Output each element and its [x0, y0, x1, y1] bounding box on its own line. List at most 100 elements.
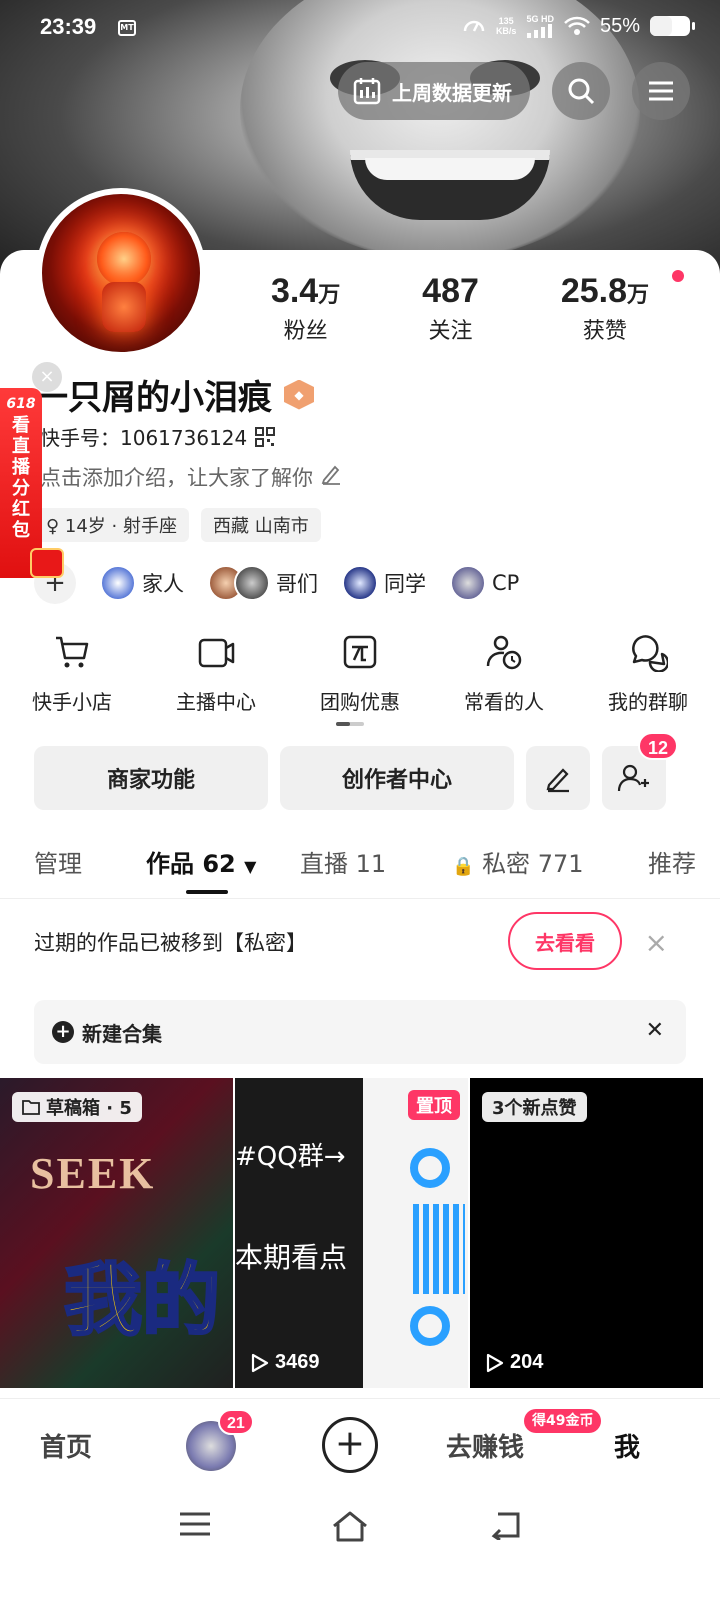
- banner-char-4: 分: [12, 478, 30, 499]
- add-friend-button[interactable]: 12: [602, 732, 678, 810]
- nav-create-button[interactable]: +: [322, 1417, 378, 1473]
- menu-button[interactable]: [632, 62, 690, 120]
- classmate-avatar: [342, 565, 378, 601]
- tab-private[interactable]: 🔒 私密 771: [452, 844, 584, 879]
- likes-count: 25.8: [560, 272, 627, 310]
- stat-following[interactable]: 487 关注: [422, 272, 479, 345]
- notice-text: 过期的作品已被移到【私密】: [34, 931, 307, 955]
- family-avatar: [100, 565, 136, 601]
- works-grid: 草稿箱 · 5 SEEK 我的 置顶 #QQ群→ 本期看点 3469 3个新点赞…: [0, 1078, 720, 1398]
- search-button[interactable]: [552, 62, 610, 120]
- tool-shop[interactable]: 快手小店: [0, 632, 144, 715]
- qr-dot-top: [410, 1148, 450, 1188]
- relations-row: + 家人 哥们 同学 CP: [34, 562, 519, 604]
- avatar[interactable]: [36, 188, 206, 358]
- new-collection-bar[interactable]: + 新建合集 ✕: [34, 1000, 686, 1064]
- edit-pencil-icon: [321, 465, 340, 485]
- following-count: 487: [422, 272, 479, 310]
- status-right: 135 KB/s 5G HD 55%: [462, 14, 695, 38]
- banner-char-1: 看: [12, 415, 30, 436]
- age-tag[interactable]: ♀ 14岁 · 射手座: [34, 508, 189, 542]
- gender-icon: ♀: [46, 516, 65, 537]
- stat-likes[interactable]: 25.8万 获赞: [561, 272, 649, 345]
- relation-cp-label: CP: [492, 571, 520, 595]
- header-actions: 上周数据更新: [338, 62, 690, 120]
- camera-icon: [198, 638, 235, 668]
- notice-close-icon[interactable]: ×: [645, 926, 668, 959]
- avatar-figure-body: [102, 282, 146, 332]
- level-badge-icon[interactable]: ◆: [284, 379, 314, 410]
- avatar-figure-head: [97, 232, 151, 286]
- pinned-tag: 置顶: [408, 1090, 460, 1120]
- tool-group-buy[interactable]: 团购优惠: [288, 632, 432, 715]
- red-packet-icon: [30, 548, 64, 578]
- edit-profile-button[interactable]: [526, 746, 590, 810]
- speed-gauge-icon: [463, 20, 485, 32]
- profile-name[interactable]: 一只屑的小泪痕 ◆: [34, 370, 314, 419]
- status-time: 23:39: [40, 14, 97, 39]
- profile-tabs: 管理 作品 62 ▼ 直播 11 🔒 私密 771 推荐: [0, 838, 720, 898]
- nav-me[interactable]: 我: [614, 1427, 640, 1464]
- profile-intro[interactable]: 点击添加介绍，让大家了解你: [40, 462, 342, 492]
- creator-center-button[interactable]: 创作者中心: [280, 746, 514, 810]
- system-home-icon[interactable]: [330, 1510, 370, 1542]
- grid-item-drafts[interactable]: 草稿箱 · 5 SEEK 我的: [0, 1078, 233, 1388]
- drafts-tag: 草稿箱 · 5: [12, 1092, 142, 1122]
- tab-live[interactable]: 直播 11: [300, 844, 386, 879]
- pinned-overlay-qq: #QQ群→: [235, 1142, 346, 1172]
- tool-anchor-center[interactable]: 主播中心: [144, 632, 288, 715]
- data-update-button[interactable]: 上周数据更新: [338, 62, 530, 120]
- tab-works-label: 作品 62: [146, 850, 236, 878]
- intro-text: 点击添加介绍，让大家了解你: [40, 466, 313, 490]
- system-back-icon[interactable]: [488, 1510, 524, 1540]
- nav-home[interactable]: 首页: [40, 1427, 92, 1464]
- system-navigation-bar: [0, 1490, 720, 1612]
- network-type: 5G HD: [526, 14, 554, 24]
- person-clock-icon: [486, 635, 522, 670]
- status-bar: 23:39 MT 135 KB/s 5G HD 55%: [0, 0, 720, 58]
- relation-classmates-label: 同学: [384, 572, 426, 596]
- go-see-button[interactable]: 去看看: [508, 912, 622, 970]
- group-buy-icon: [343, 635, 377, 669]
- grid-item-pinned[interactable]: 置顶 #QQ群→ 本期看点 3469: [235, 1078, 468, 1388]
- location-tag[interactable]: 西藏 山南市: [200, 508, 321, 542]
- banner-char-2: 直: [12, 436, 30, 457]
- merchant-features-button[interactable]: 商家功能: [34, 746, 268, 810]
- relation-cp[interactable]: CP: [450, 565, 519, 601]
- relation-family[interactable]: 家人: [100, 565, 184, 601]
- grid-item-new-likes[interactable]: 3个新点赞 204: [470, 1078, 703, 1388]
- tool-group-chat[interactable]: 我的群聊: [576, 632, 720, 715]
- tool-frequent-people[interactable]: 常看的人: [432, 632, 576, 715]
- system-menu-icon[interactable]: [178, 1510, 212, 1538]
- stat-followers[interactable]: 3.4万 粉丝: [271, 272, 340, 345]
- mt-icon: MT: [118, 20, 136, 36]
- tool-anchor-center-label: 主播中心: [176, 690, 256, 714]
- play-icon: [486, 1353, 504, 1372]
- signal-group: 5G HD: [526, 14, 554, 38]
- qr-code-icon[interactable]: [255, 426, 276, 447]
- chat-icon: [632, 635, 670, 673]
- qr-pattern: [413, 1204, 465, 1294]
- tab-manage[interactable]: 管理: [34, 844, 82, 879]
- signal-icon: [527, 24, 553, 38]
- edit-icon: [546, 768, 569, 793]
- relation-classmates[interactable]: 同学: [342, 565, 426, 601]
- likes-unit: 万: [627, 283, 650, 308]
- collection-close-icon[interactable]: ✕: [646, 1018, 664, 1043]
- draft-overlay-text: 我的: [62, 1255, 221, 1348]
- play-icon: [251, 1353, 269, 1372]
- tab-works[interactable]: 作品 62 ▼: [146, 844, 256, 879]
- folder-icon: [22, 1100, 40, 1115]
- banner-char-3: 播: [12, 457, 30, 478]
- nav-earn[interactable]: 去赚钱: [446, 1427, 524, 1464]
- tab-recommend[interactable]: 推荐: [648, 844, 696, 879]
- likes-label: 获赞: [582, 319, 627, 344]
- plus-circle-icon: +: [52, 1021, 74, 1043]
- relation-buddies[interactable]: 哥们: [208, 565, 318, 601]
- tabs-divider: [0, 898, 720, 899]
- side-banner-close-button[interactable]: ×: [32, 362, 62, 392]
- kuaishou-id[interactable]: 快手号：1061736124: [40, 422, 276, 451]
- new-likes-tag: 3个新点赞: [482, 1092, 587, 1122]
- expired-works-notice: 过期的作品已被移到【私密】 去看看 ×: [34, 912, 686, 972]
- drafts-tag-text: 草稿箱 · 5: [46, 1098, 132, 1119]
